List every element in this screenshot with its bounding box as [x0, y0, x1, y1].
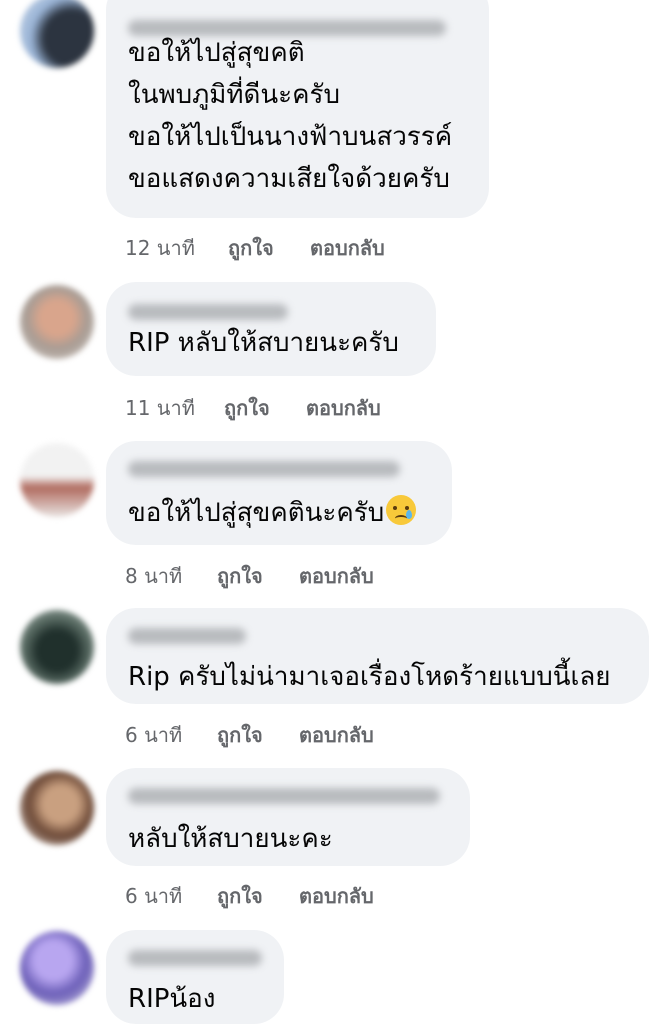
avatar[interactable] [20, 931, 94, 1005]
comment-text-line: RIP หลับให้สบายนะครับ [128, 328, 399, 358]
comment-text-line: ขอให้ไปเป็นนางฟ้าบนสวรรค์ [128, 122, 453, 152]
comment-bubble: ขอให้ไปสู่สุขคตินะครับ [106, 441, 452, 545]
comment-bubble: Rip ครับไม่น่ามาเจอเรื่องโหดร้ายแบบนี้เล… [106, 608, 649, 704]
comment-bubble: หลับให้สบายนะคะ [106, 768, 470, 866]
reply-button[interactable]: ตอบกลับ [299, 719, 374, 751]
like-button[interactable]: ถูกใจ [217, 880, 263, 912]
comment-text-line: ในพบภูมิที่ดีนะครับ [128, 80, 341, 110]
reply-button[interactable]: ตอบกลับ [299, 560, 374, 592]
timestamp[interactable]: 6 นาที [125, 719, 182, 751]
avatar[interactable] [20, 285, 94, 359]
avatar[interactable] [20, 443, 94, 517]
reply-button[interactable]: ตอบกลับ [310, 232, 385, 264]
comment-text-line: ขอแสดงความเสียใจด้วยครับ [128, 164, 450, 194]
comment-text-line: ขอให้ไปสู่สุขคติ [128, 38, 305, 68]
comment-bubble: RIPน้อง [106, 930, 284, 1024]
avatar[interactable] [20, 610, 94, 684]
comment-text-line: ขอให้ไปสู่สุขคตินะครับ [128, 495, 417, 530]
comment-text-line: Rip ครับไม่น่ามาเจอเรื่องโหดร้ายแบบนี้เล… [128, 662, 611, 692]
comment-bubble: ขอให้ไปสู่สุขคติ ในพบภูมิที่ดีนะครับ ขอใ… [106, 0, 489, 218]
like-button[interactable]: ถูกใจ [217, 719, 263, 751]
comment-text: ขอให้ไปสู่สุขคตินะครับ [128, 498, 385, 528]
timestamp[interactable]: 11 นาที [125, 392, 195, 424]
like-button[interactable]: ถูกใจ [228, 232, 274, 264]
reply-button[interactable]: ตอบกลับ [299, 880, 374, 912]
comment-text-line: หลับให้สบายนะคะ [128, 824, 333, 854]
like-button[interactable]: ถูกใจ [217, 560, 263, 592]
author-name-redacted[interactable] [128, 788, 440, 804]
timestamp[interactable]: 6 นาที [125, 880, 182, 912]
timestamp[interactable]: 8 นาที [125, 560, 182, 592]
author-name-redacted[interactable] [128, 628, 246, 644]
author-name-redacted[interactable] [128, 950, 262, 966]
author-name-redacted[interactable] [128, 461, 400, 477]
comment-text-line: RIPน้อง [128, 984, 216, 1014]
comment-thread: ขอให้ไปสู่สุขคติ ในพบภูมิที่ดีนะครับ ขอใ… [0, 0, 671, 1024]
timestamp[interactable]: 12 นาที [125, 232, 195, 264]
like-button[interactable]: ถูกใจ [224, 392, 270, 424]
comment-bubble: RIP หลับให้สบายนะครับ [106, 282, 436, 376]
avatar[interactable] [20, 0, 94, 68]
reply-button[interactable]: ตอบกลับ [306, 392, 381, 424]
avatar[interactable] [20, 771, 94, 845]
crying-face-icon [386, 495, 417, 525]
author-name-redacted[interactable] [128, 304, 288, 320]
